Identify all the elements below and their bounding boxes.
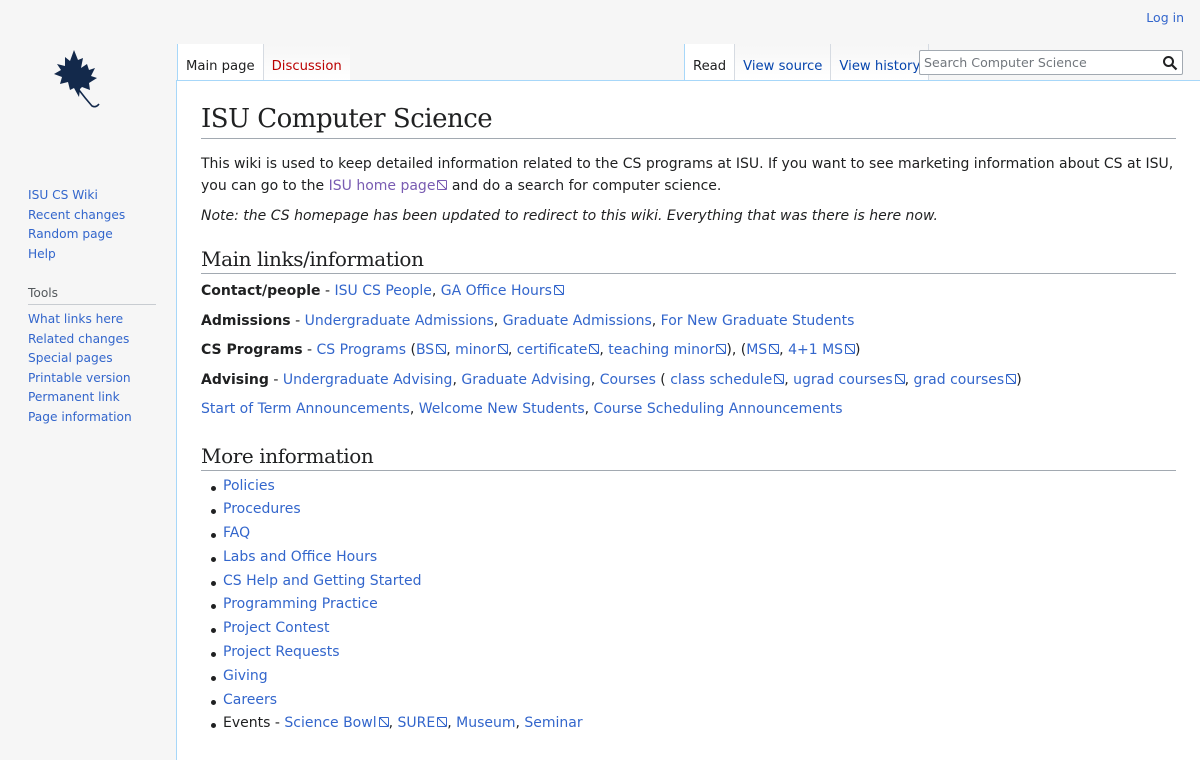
sure-link[interactable]: SURE: [398, 715, 448, 731]
search-icon[interactable]: [1162, 55, 1178, 71]
sidebar-item-random-page[interactable]: Random page: [28, 227, 113, 241]
sidebar-item-special-pages[interactable]: Special pages: [28, 351, 113, 365]
undergraduate-advising-link[interactable]: Undergraduate Advising: [283, 372, 453, 388]
programs-label: CS Programs: [201, 342, 303, 358]
content-area: ISU Computer Science This wiki is used t…: [176, 80, 1200, 760]
intro-text-2: and do a search for computer science.: [451, 178, 722, 194]
project-requests-link[interactable]: Project Requests: [223, 644, 340, 660]
page-body: This wiki is used to keep detailed infor…: [201, 153, 1176, 736]
site-logo[interactable]: [52, 46, 124, 116]
ga-office-hours-link[interactable]: GA Office Hours: [441, 283, 564, 299]
start-of-term-announcements-link[interactable]: Start of Term Announcements: [201, 401, 410, 417]
admissions-row: Admissions - Undergraduate Admissions, G…: [201, 312, 855, 329]
announcements-row: Start of Term Announcements, Welcome New…: [201, 401, 843, 417]
tab-read[interactable]: Read: [684, 44, 735, 80]
namespace-tabs: Main page Discussion: [177, 44, 350, 80]
separator: -: [290, 312, 305, 329]
programming-practice-link[interactable]: Programming Practice: [223, 596, 378, 612]
museum-link[interactable]: Museum: [456, 715, 515, 731]
list-item: Procedures: [209, 498, 1176, 522]
certificate-link[interactable]: certificate: [517, 342, 600, 358]
welcome-new-students-link[interactable]: Welcome New Students: [419, 401, 585, 417]
search-box: [919, 50, 1183, 75]
programs-row: CS Programs - CS Programs (BS, minor, ce…: [201, 342, 861, 358]
cs-programs-link[interactable]: CS Programs: [317, 342, 406, 358]
teaching-minor-link[interactable]: teaching minor: [608, 342, 726, 358]
list-item: FAQ: [209, 522, 1176, 546]
tools-list: What links here Related changes Special …: [28, 310, 156, 427]
list-item: Policies: [209, 475, 1176, 499]
sidebar-item-help[interactable]: Help: [28, 247, 56, 261]
course-scheduling-announcements-link[interactable]: Course Scheduling Announcements: [594, 401, 843, 417]
isu-home-page-link[interactable]: ISU home page: [329, 178, 448, 194]
list-item: Events - Science Bowl, SURE, Museum, Sem…: [209, 712, 1176, 736]
view-tabs: Read View source View history: [684, 44, 930, 80]
sidebar-item-related-changes[interactable]: Related changes: [28, 332, 129, 346]
sidebar-item-printable-version[interactable]: Printable version: [28, 371, 131, 385]
graduate-advising-link[interactable]: Graduate Advising: [461, 372, 590, 388]
ms-4-plus-1-link[interactable]: 4+1 MS: [788, 342, 855, 358]
sidebar-item-recent-changes[interactable]: Recent changes: [28, 208, 125, 222]
labs-office-hours-link[interactable]: Labs and Office Hours: [223, 549, 377, 565]
tools-heading: Tools: [28, 286, 156, 305]
list-item: Careers: [209, 689, 1176, 713]
separator: -: [302, 342, 317, 358]
tab-view-source[interactable]: View source: [734, 44, 831, 80]
graduate-admissions-link[interactable]: Graduate Admissions: [503, 313, 652, 329]
personal-tools: Log in: [1146, 10, 1184, 25]
faq-link[interactable]: FAQ: [223, 525, 250, 541]
contact-label: Contact/people: [201, 283, 321, 299]
separator: -: [268, 371, 283, 388]
page-title: ISU Computer Science: [201, 101, 1176, 139]
list-item: Project Requests: [209, 641, 1176, 665]
list-item: Giving: [209, 665, 1176, 689]
seminar-link[interactable]: Seminar: [524, 715, 582, 731]
list-item: Programming Practice: [209, 593, 1176, 617]
maple-leaf-icon: [54, 50, 100, 108]
science-bowl-link[interactable]: Science Bowl: [284, 715, 388, 731]
grad-courses-link[interactable]: grad courses: [914, 372, 1017, 388]
sidebar-item-permanent-link[interactable]: Permanent link: [28, 390, 120, 404]
list-item: Project Contest: [209, 617, 1176, 641]
note-paragraph: Note: the CS homepage has been updated t…: [201, 208, 938, 224]
list-item: CS Help and Getting Started: [209, 570, 1176, 594]
bs-link[interactable]: BS: [416, 342, 446, 358]
list-item: Labs and Office Hours: [209, 546, 1176, 570]
undergraduate-admissions-link[interactable]: Undergraduate Admissions: [305, 313, 494, 329]
login-link[interactable]: Log in: [1146, 10, 1184, 25]
giving-link[interactable]: Giving: [223, 668, 268, 684]
sidebar-navigation: ISU CS Wiki Recent changes Random page H…: [28, 186, 156, 264]
contact-row: Contact/people - ISU CS People, GA Offic…: [201, 280, 1176, 302]
search-input[interactable]: [920, 51, 1160, 74]
ms-link[interactable]: MS: [746, 342, 779, 358]
procedures-link[interactable]: Procedures: [223, 501, 301, 517]
intro-paragraph: This wiki is used to keep detailed infor…: [201, 153, 1176, 197]
advising-label: Advising: [201, 371, 269, 388]
policies-link[interactable]: Policies: [223, 478, 275, 494]
new-graduate-students-link[interactable]: For New Graduate Students: [661, 313, 855, 329]
advising-row: Advising - Undergraduate Advising, Gradu…: [201, 371, 1022, 388]
project-contest-link[interactable]: Project Contest: [223, 620, 329, 636]
sidebar: ISU CS Wiki Recent changes Random page H…: [28, 186, 156, 427]
isu-cs-people-link[interactable]: ISU CS People: [335, 283, 432, 299]
more-information-heading: More information: [201, 442, 1176, 471]
minor-link[interactable]: minor: [455, 342, 508, 358]
sidebar-item-what-links-here[interactable]: What links here: [28, 312, 123, 326]
more-information-list: Policies Procedures FAQ Labs and Office …: [201, 475, 1176, 737]
ugrad-courses-link[interactable]: ugrad courses: [793, 372, 905, 388]
sidebar-item-main-page[interactable]: ISU CS Wiki: [28, 188, 98, 202]
separator: -: [320, 283, 335, 299]
careers-link[interactable]: Careers: [223, 692, 277, 708]
tab-view-history[interactable]: View history: [830, 44, 930, 80]
tab-main-page[interactable]: Main page: [177, 44, 263, 80]
tab-discussion[interactable]: Discussion: [262, 44, 350, 80]
class-schedule-link[interactable]: class schedule: [670, 372, 784, 388]
events-label: Events: [223, 715, 271, 732]
admissions-label: Admissions: [201, 312, 291, 329]
cs-help-link[interactable]: CS Help and Getting Started: [223, 573, 422, 589]
sidebar-item-page-information[interactable]: Page information: [28, 410, 132, 424]
courses-link[interactable]: Courses: [600, 372, 656, 388]
main-links-heading: Main links/information: [201, 245, 1176, 274]
separator: -: [270, 715, 285, 732]
